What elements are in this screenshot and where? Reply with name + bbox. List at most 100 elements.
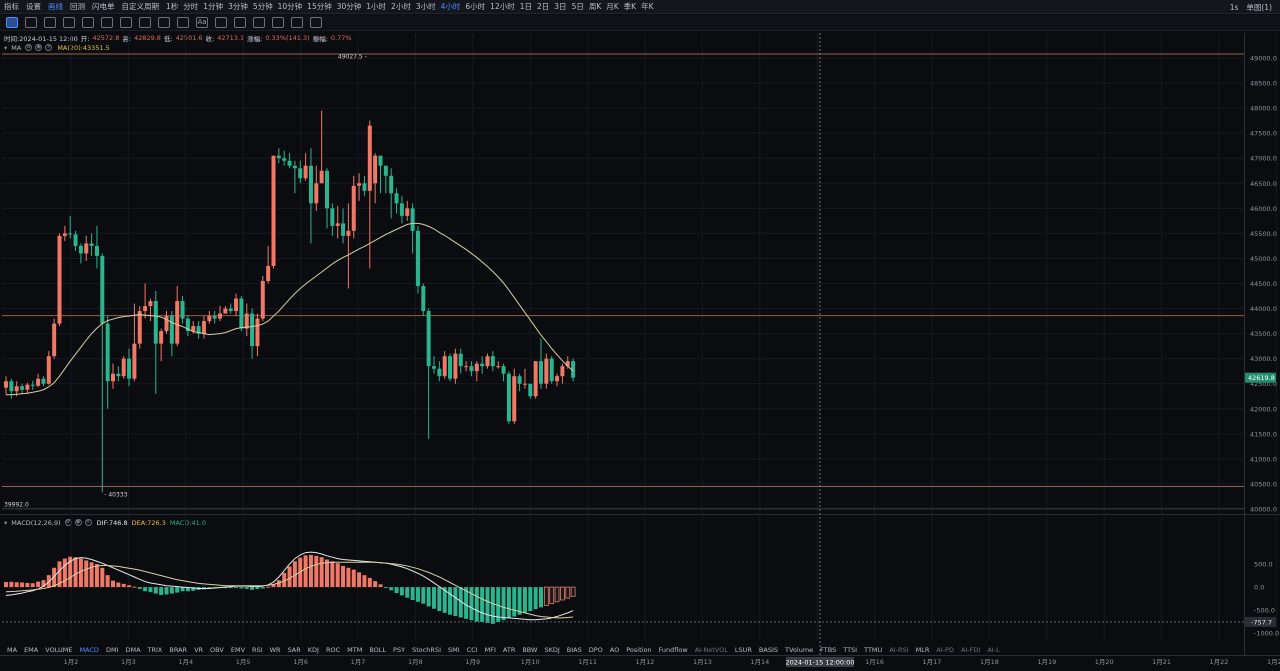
ruler-icon[interactable] (253, 17, 265, 28)
timeframe-5[interactable]: 10分钟 (278, 1, 303, 12)
flash-order-menu[interactable]: 闪电单 (92, 1, 115, 12)
indicator-tab-31[interactable]: AI-NetVOL (695, 646, 728, 654)
indicator-tab-29[interactable]: Position (626, 646, 651, 654)
indicator-tab-21[interactable]: CCI (467, 646, 478, 654)
indicator-tab-14[interactable]: KDJ (308, 646, 319, 654)
timeframe-20[interactable]: 季K (624, 1, 636, 12)
timeframe-7[interactable]: 30分钟 (337, 1, 362, 12)
timeframe-11[interactable]: 4小时 (441, 1, 461, 12)
ray-icon[interactable] (63, 17, 75, 28)
indicator-tab-7[interactable]: BRAR (169, 646, 187, 654)
indicator-tab-32[interactable]: LSUR (735, 646, 752, 654)
timeframe-10[interactable]: 3小时 (416, 1, 436, 12)
indicator-tab-17[interactable]: BOLL (369, 646, 386, 654)
macd-name[interactable]: MACD(12,26,9) (11, 519, 60, 527)
indicator-tab-10[interactable]: EMV (231, 646, 245, 654)
fib-icon[interactable] (139, 17, 151, 28)
timeframe-12[interactable]: 6小时 (465, 1, 485, 12)
collapse-icon[interactable]: ▾ (4, 44, 7, 52)
indicator-tab-6[interactable]: TRIX (148, 646, 163, 654)
layout-selector[interactable]: 单图(1) (1246, 2, 1272, 13)
eye-icon[interactable]: ◉ (35, 44, 43, 51)
timeframe-14[interactable]: 1日 (520, 1, 532, 12)
brush-icon[interactable] (177, 17, 189, 28)
indicator-menu[interactable]: 指标 (4, 1, 19, 12)
timeframe-3[interactable]: 3分钟 (228, 1, 248, 12)
indicator-tab-26[interactable]: BIAS (567, 646, 582, 654)
measure-icon[interactable]: Aa (196, 17, 208, 28)
indicator-tab-19[interactable]: StochRSI (412, 646, 441, 654)
delete-icon[interactable] (310, 17, 322, 28)
timeframe-19[interactable]: 月K (606, 1, 618, 12)
timeframe-4[interactable]: 5分钟 (253, 1, 273, 12)
indicator-tab-28[interactable]: AO (610, 646, 619, 654)
timeframe-18[interactable]: 周K (589, 1, 601, 12)
indicator-tab-36[interactable]: TTSI (843, 646, 857, 654)
indicator-tab-4[interactable]: DMI (106, 646, 119, 654)
trend-line-icon[interactable] (44, 17, 56, 28)
indicator-tab-22[interactable]: MFI (485, 646, 496, 654)
close-icon[interactable]: × (45, 44, 53, 51)
ma-name[interactable]: MA (11, 44, 21, 52)
hline-icon[interactable] (25, 17, 37, 28)
timeframe-0[interactable]: 1秒 (166, 1, 178, 12)
indicator-tab-27[interactable]: DPO (589, 646, 603, 654)
grid-icon[interactable] (6, 17, 18, 28)
timeframe-8[interactable]: 1小时 (366, 1, 386, 12)
indicator-tab-15[interactable]: ROC (326, 646, 340, 654)
collapse-icon[interactable]: ▾ (4, 519, 7, 527)
layers-icon[interactable] (291, 17, 303, 28)
timeframe-16[interactable]: 3日 (554, 1, 566, 12)
refresh-rate[interactable]: 1s (1230, 3, 1239, 12)
indicator-tab-23[interactable]: ATR (503, 646, 515, 654)
lock-icon[interactable] (215, 17, 227, 28)
indicator-tab-0[interactable]: MA (7, 646, 17, 654)
indicator-tab-1[interactable]: EMA (24, 646, 38, 654)
indicator-tab-2[interactable]: VOLUME (45, 646, 72, 654)
indicator-tab-11[interactable]: RSI (252, 646, 263, 654)
timeframe-15[interactable]: 2日 (537, 1, 549, 12)
rect-icon[interactable] (82, 17, 94, 28)
indicator-tab-35[interactable]: FTBS (820, 646, 836, 654)
settings-icon[interactable]: ⚙ (64, 519, 72, 526)
custom-period-menu[interactable]: 自定义周期 (122, 1, 160, 12)
magnet-icon[interactable] (272, 17, 284, 28)
timeframe-9[interactable]: 2小时 (391, 1, 411, 12)
indicator-tab-8[interactable]: VR (194, 646, 203, 654)
timeframe-2[interactable]: 1分钟 (203, 1, 223, 12)
indicator-tab-12[interactable]: WR (270, 646, 281, 654)
channel-icon[interactable] (101, 17, 113, 28)
close-icon[interactable]: × (84, 519, 92, 526)
timeframe-21[interactable]: 年K (641, 1, 653, 12)
eye-icon[interactable]: ◉ (74, 519, 82, 526)
wave-icon[interactable] (120, 17, 132, 28)
indicator-tab-25[interactable]: SKDJ (544, 646, 559, 654)
indicator-tab-24[interactable]: BBW (522, 646, 537, 654)
indicator-tab-38[interactable]: AI-RSI (889, 646, 908, 654)
indicator-tab-34[interactable]: TVolume (785, 646, 813, 654)
indicator-tab-16[interactable]: MTM (347, 646, 362, 654)
timeframe-6[interactable]: 15分钟 (307, 1, 332, 12)
timeframe-1[interactable]: 分时 (183, 1, 198, 12)
indicator-tab-33[interactable]: BASIS (759, 646, 778, 654)
timeframe-17[interactable]: 5日 (572, 1, 584, 12)
indicator-tab-39[interactable]: MLR (916, 646, 930, 654)
timeframe-13[interactable]: 12小时 (490, 1, 515, 12)
indicator-tab-37[interactable]: TTMU (864, 646, 882, 654)
eye-icon[interactable] (234, 17, 246, 28)
backtest-menu[interactable]: 回测 (70, 1, 85, 12)
indicator-tab-18[interactable]: PSY (393, 646, 405, 654)
indicator-tab-13[interactable]: SAR (288, 646, 301, 654)
indicator-tab-20[interactable]: SMI (448, 646, 460, 654)
indicator-tab-41[interactable]: AI-FDI (961, 646, 980, 654)
indicator-tab-3[interactable]: MACD (79, 646, 98, 654)
settings-icon[interactable]: ⚙ (25, 44, 33, 51)
indicator-tab-5[interactable]: DMA (125, 646, 140, 654)
text-icon[interactable] (158, 17, 170, 28)
indicator-tab-40[interactable]: AI-PD (936, 646, 954, 654)
indicator-tab-30[interactable]: Fundflow (659, 646, 688, 654)
price-chart[interactable]: 49000.0 48500.0 48000.0 47500.0 47000.0 46500… (0, 0, 1280, 671)
draw-menu[interactable]: 画线 (48, 1, 63, 12)
settings-menu[interactable]: 设置 (26, 1, 41, 12)
indicator-tab-9[interactable]: OBV (210, 646, 224, 654)
